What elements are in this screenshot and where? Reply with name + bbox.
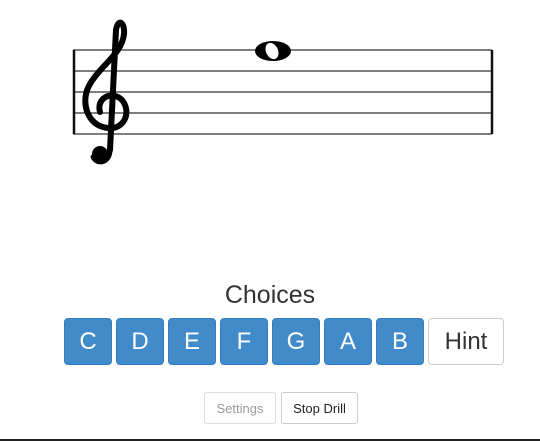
stop-drill-button[interactable]: Stop Drill xyxy=(281,392,358,424)
choices-heading: Choices xyxy=(224,281,316,309)
note-button-c[interactable]: C xyxy=(64,318,112,365)
staff-lines xyxy=(73,49,492,135)
note-button-d[interactable]: D xyxy=(116,318,164,365)
hint-button[interactable]: Hint xyxy=(428,318,504,365)
music-staff xyxy=(0,0,540,200)
drill-controls: Settings Stop Drill xyxy=(204,392,358,424)
note-button-g[interactable]: G xyxy=(272,318,320,365)
clef-tail-dot xyxy=(92,146,108,162)
note-button-a[interactable]: A xyxy=(324,318,372,365)
settings-button[interactable]: Settings xyxy=(204,392,276,424)
note-button-f[interactable]: F xyxy=(220,318,268,365)
whole-note xyxy=(255,41,291,61)
staff-svg xyxy=(72,19,494,165)
choices-button-group: C D E F G A B Hint xyxy=(64,318,504,365)
note-button-e[interactable]: E xyxy=(168,318,216,365)
note-button-b[interactable]: B xyxy=(376,318,424,365)
